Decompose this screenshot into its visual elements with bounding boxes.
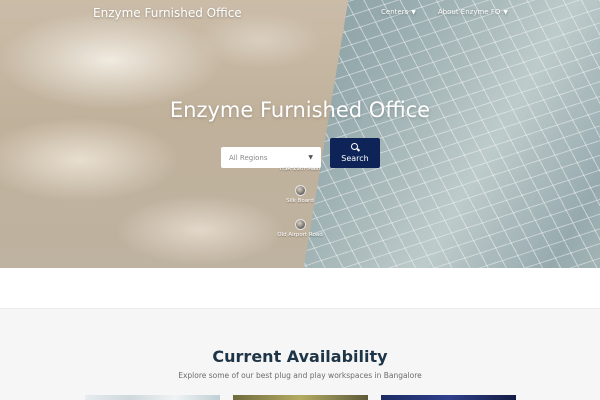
- location-avatar: [294, 219, 306, 230]
- search-button[interactable]: Search: [330, 138, 380, 168]
- section-subtitle: Explore some of our best plug and play w…: [178, 371, 422, 380]
- nav-item-centers[interactable]: Centers ▼: [381, 8, 416, 16]
- hero-title: Enzyme Furnished Office: [169, 98, 431, 122]
- section-title: Current Availability: [212, 347, 388, 366]
- chevron-down-icon: ▼: [308, 154, 313, 161]
- location-item-old-airport-road[interactable]: Old Airport Road: [240, 219, 360, 238]
- location-avatar: [294, 185, 306, 196]
- chevron-down-icon: ▼: [411, 8, 416, 16]
- availability-section: Current Availability Explore some of our…: [0, 308, 600, 400]
- location-label: Old Airport Road: [277, 232, 323, 238]
- location-label: Silk Board: [286, 198, 314, 204]
- workspace-card-image[interactable]: [233, 395, 368, 400]
- location-item-hsr[interactable]: HSR 19th Main: [240, 166, 360, 172]
- search-button-label: Search: [341, 154, 369, 163]
- location-label: HSR 19th Main: [279, 166, 321, 172]
- nav-item-label: About Enzyme FO: [437, 8, 501, 16]
- nav-item-label: Centers: [381, 8, 409, 16]
- region-select-value: All Regions: [229, 153, 268, 162]
- workspace-card-image[interactable]: [85, 395, 220, 400]
- location-item-silk-board[interactable]: Silk Board: [240, 185, 360, 204]
- hero-banner: Enzyme Furnished Office Centers ▼ About …: [0, 0, 600, 268]
- chevron-down-icon: ▼: [503, 8, 508, 16]
- nav-item-about[interactable]: About Enzyme FO ▼: [438, 8, 508, 16]
- search-icon: [350, 143, 360, 152]
- region-select[interactable]: All Regions ▼: [221, 147, 321, 168]
- site-logo[interactable]: Enzyme Furnished Office: [93, 6, 242, 20]
- workspace-card-image[interactable]: [381, 395, 516, 400]
- main-nav: Centers ▼ About Enzyme FO ▼: [381, 8, 508, 16]
